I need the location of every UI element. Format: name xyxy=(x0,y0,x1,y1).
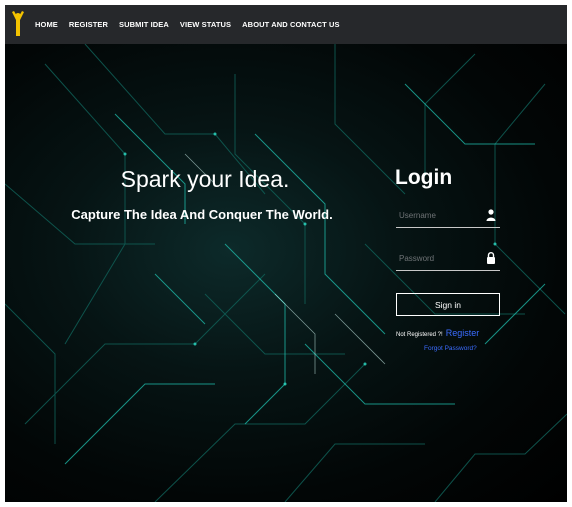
person-arms-up-icon[interactable] xyxy=(11,11,25,37)
lock-icon xyxy=(487,252,495,264)
nav-home-link[interactable]: HOME xyxy=(35,20,58,29)
not-registered-text: Not Registered ?! xyxy=(396,332,443,338)
sign-in-button[interactable]: Sign in xyxy=(396,293,500,316)
username-input[interactable] xyxy=(396,205,479,225)
login-title: Login xyxy=(395,166,453,189)
username-field xyxy=(396,205,500,228)
forgot-password-link[interactable]: Forgot Password? xyxy=(424,345,477,352)
page-frame: HOME REGISTER SUBMIT IDEA VIEW STATUS AB… xyxy=(5,5,567,502)
nav-submit-idea-link[interactable]: SUBMIT IDEA xyxy=(119,20,169,29)
nav-about-contact-link[interactable]: ABOUT AND CONTACT US xyxy=(242,20,339,29)
user-icon xyxy=(486,209,496,221)
password-input[interactable] xyxy=(396,248,479,268)
register-link[interactable]: Register xyxy=(446,328,480,338)
register-prompt: Not Registered ?! Register xyxy=(396,328,479,338)
circuit-board-background xyxy=(5,44,567,502)
nav-view-status-link[interactable]: VIEW STATUS xyxy=(180,20,231,29)
hero-subtitle: Capture The Idea And Conquer The World. xyxy=(71,207,333,222)
top-navbar: HOME REGISTER SUBMIT IDEA VIEW STATUS AB… xyxy=(5,5,567,44)
password-field xyxy=(396,248,500,271)
hero-title: Spark your Idea. xyxy=(120,166,290,192)
nav-register-link[interactable]: REGISTER xyxy=(69,20,108,29)
nav-links: HOME REGISTER SUBMIT IDEA VIEW STATUS AB… xyxy=(35,5,351,44)
hero-section: Spark your Idea. Capture The Idea And Co… xyxy=(5,44,567,502)
